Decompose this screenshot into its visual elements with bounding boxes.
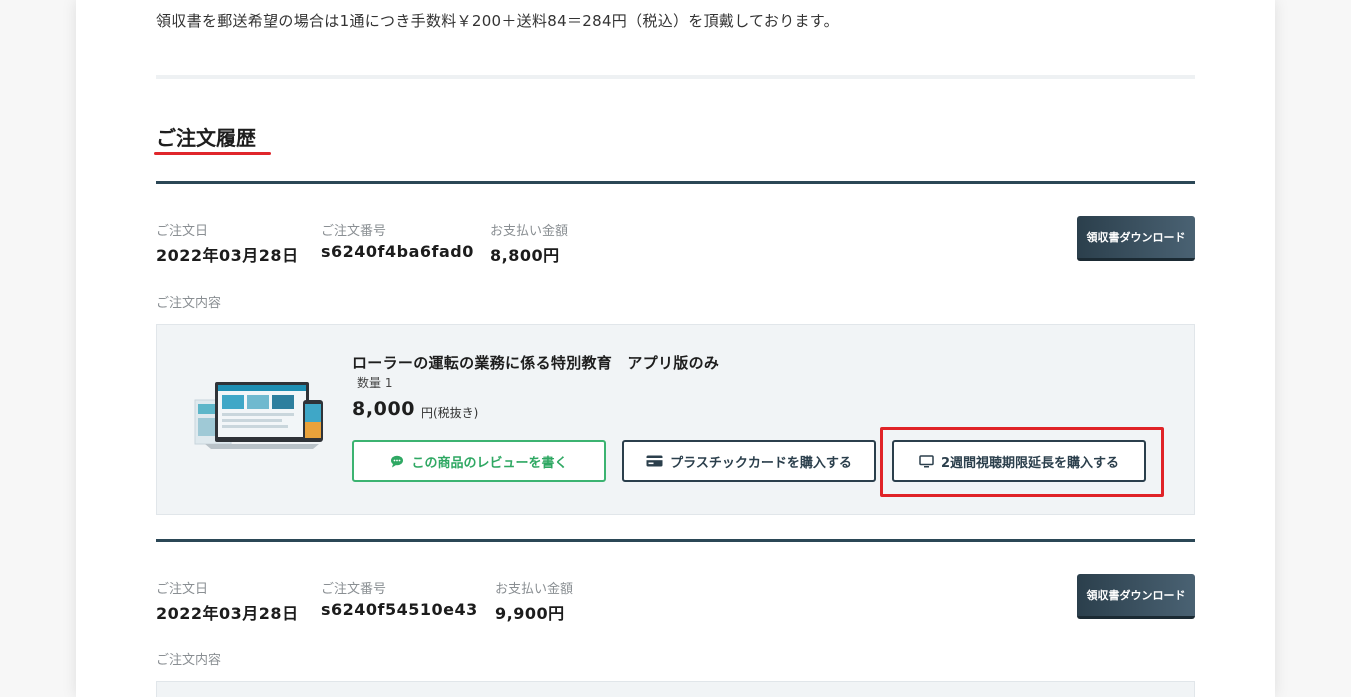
order-contents-label: ご注文内容: [156, 296, 222, 311]
order-number-label: ご注文番号: [321, 582, 387, 597]
highlight-box: [880, 427, 1164, 497]
order-divider: [156, 181, 1195, 184]
title-underline: [154, 152, 271, 155]
item-price: 8,000: [352, 398, 416, 420]
payment-amount-label: お支払い金額: [490, 224, 569, 239]
buy-plastic-card-button[interactable]: プラスチックカードを購入する: [622, 440, 876, 482]
order-date-label: ご注文日: [156, 224, 209, 239]
order-divider: [156, 539, 1195, 542]
mail-receipt-notice: 領収書を郵送希望の場合は1通につき手数料￥200＋送料84＝284円（税込）を頂…: [156, 12, 839, 30]
write-review-label: この商品のレビューを書く: [411, 455, 568, 471]
order-number-value: s6240f54510e43: [321, 600, 478, 619]
chat-bubble-icon: [391, 455, 404, 467]
order-number-label: ご注文番号: [321, 224, 387, 239]
order-number-value: s6240f4ba6fad0: [321, 242, 474, 261]
credit-card-icon: [646, 455, 663, 467]
product-thumbnail: [194, 382, 323, 449]
order-contents-label: ご注文内容: [156, 653, 222, 668]
payment-amount-label: お支払い金額: [495, 582, 574, 597]
order-date-value: 2022年03月28日: [156, 246, 299, 265]
receipt-download-button[interactable]: 領収書ダウンロード: [1077, 216, 1195, 261]
order-date-label: ご注文日: [156, 582, 209, 597]
write-review-button[interactable]: この商品のレビューを書く: [352, 440, 606, 482]
divider: [156, 75, 1195, 79]
order-date-value: 2022年03月28日: [156, 604, 299, 623]
payment-amount-value: 8,800円: [490, 246, 560, 265]
item-price-unit: 円(税抜き): [421, 406, 479, 420]
order-item-box: [156, 681, 1195, 697]
receipt-download-button[interactable]: 領収書ダウンロード: [1077, 574, 1195, 619]
payment-amount-value: 9,900円: [495, 604, 565, 623]
section-title: ご注文履歴: [156, 126, 256, 150]
item-quantity: 数量 1: [357, 376, 393, 390]
buy-plastic-card-label: プラスチックカードを購入する: [670, 455, 852, 471]
item-title: ローラーの運転の業務に係る特別教育 アプリ版のみ: [352, 354, 720, 372]
